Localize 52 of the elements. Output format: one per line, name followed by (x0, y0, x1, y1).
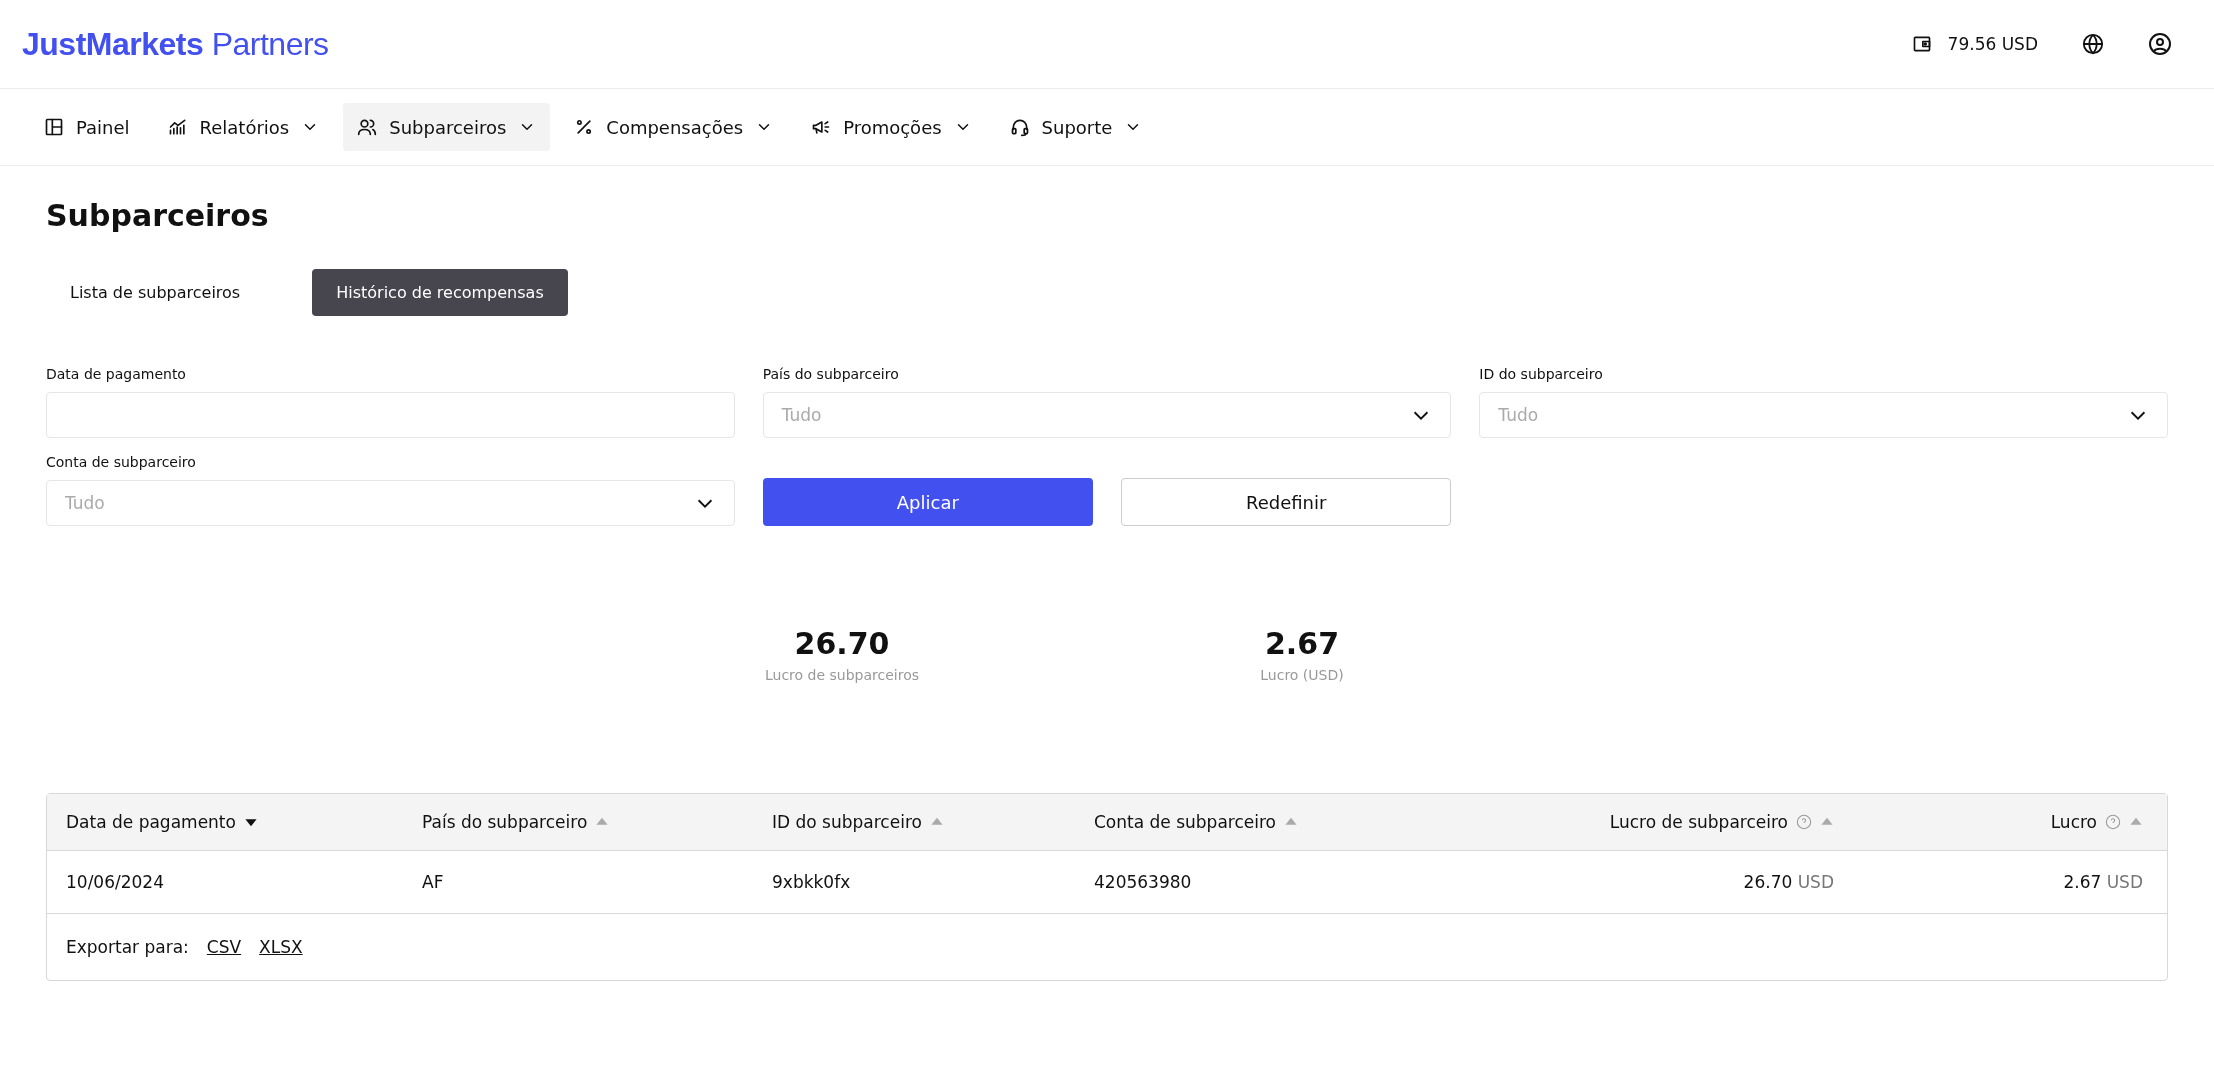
user-icon[interactable] (2148, 32, 2172, 56)
table-cell: 9xbkk0fx (772, 872, 851, 892)
nav-item[interactable]: Suporte (995, 103, 1157, 151)
date-field[interactable] (46, 392, 735, 438)
field-label: Conta de subparceiro (46, 454, 197, 470)
nav-item[interactable]: Painel (30, 103, 144, 151)
page-title: Subparceiros (46, 198, 270, 233)
nav-label: Suporte (1041, 116, 1113, 138)
column-header[interactable]: Conta de subparceiro (1094, 812, 1276, 832)
nav-label: Relatórios (199, 116, 290, 138)
wallet-icon (1911, 34, 1932, 54)
column-header[interactable]: ID do subparceiro (772, 812, 922, 832)
field-label: Data de pagamento (46, 366, 187, 382)
summary-value: 2.67 (1265, 626, 1339, 661)
column-header[interactable]: País do subparceiro (422, 812, 588, 832)
summary-label: Lucro (USD) (1260, 667, 1344, 683)
table-cell: AF (422, 872, 444, 892)
column-header[interactable]: Lucro de subparceiro (1609, 812, 1788, 832)
nav-item[interactable]: Relatórios (153, 103, 334, 151)
column-header[interactable]: Lucro (2050, 812, 2097, 832)
nav-label: Compensações (606, 116, 744, 138)
headset-icon (1009, 117, 1030, 137)
table-cell: 26.70 USD (1743, 872, 1834, 892)
nav-item[interactable]: Subparceiros (343, 103, 551, 151)
summary-value: 26.70 (794, 626, 890, 661)
export-link[interactable]: XLSX (259, 937, 303, 957)
nav-label: Subparceiros (389, 116, 507, 138)
logo[interactable]: JustMarkets Partners (22, 25, 329, 63)
globe-icon[interactable] (2082, 33, 2104, 55)
nav-item[interactable]: Compensações (560, 103, 788, 151)
table-cell: 420563980 (1094, 872, 1192, 892)
nav-label: Painel (76, 116, 130, 138)
table-cell: 10/06/2024 (66, 872, 164, 892)
nav-label: Promoções (843, 116, 942, 138)
balance: 79.56 USD (1947, 34, 2038, 54)
table-cell: 2.67 USD (2063, 872, 2143, 892)
export-label: Exportar para: (66, 937, 189, 957)
tab[interactable]: Lista de subparceiros (46, 269, 265, 316)
field-label: ID do subparceiro (1479, 366, 1604, 382)
bar-chart-icon (167, 117, 188, 137)
layout-icon (44, 117, 64, 137)
field-label: País do subparceiro (762, 366, 900, 382)
users-icon (357, 117, 378, 137)
export-link[interactable]: CSV (206, 937, 242, 957)
help-icon[interactable] (2105, 814, 2121, 830)
tab[interactable]: Histórico de recompensas (312, 269, 568, 316)
apply-button[interactable]: Aplicar (762, 478, 1093, 526)
help-icon[interactable] (1796, 814, 1812, 830)
nav-item[interactable]: Promoções (797, 103, 986, 151)
column-header[interactable]: Data de pagamento (66, 812, 236, 832)
reset-button[interactable]: Redefinir (1121, 478, 1452, 526)
summary-label: Lucro de subparceiros (765, 667, 919, 683)
